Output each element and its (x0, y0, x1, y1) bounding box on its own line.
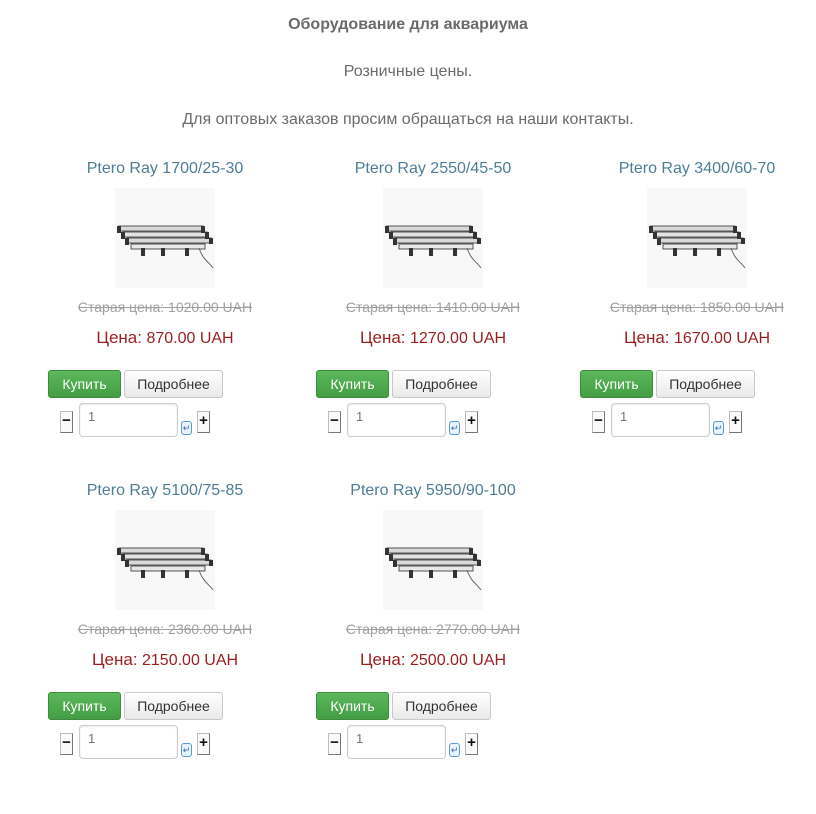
old-price-label: Старая цена: (77, 299, 165, 315)
retail-prices-note: Розничные цены. (343, 63, 473, 80)
product-image[interactable] (115, 510, 215, 610)
wholesale-contact-note: Для оптовых заказов просим обращаться на… (182, 111, 634, 128)
enter-icon[interactable]: ↵ (449, 421, 460, 435)
old-price: Старая цена: 1410.00 UAH (313, 299, 553, 315)
old-price-value: 2770.00 UAH (436, 621, 521, 637)
product-image[interactable] (383, 510, 483, 610)
enter-icon[interactable]: ↵ (713, 421, 724, 435)
details-button[interactable]: Подробнее (392, 692, 491, 720)
price-label: Цена: (359, 650, 406, 669)
quantity-input[interactable] (347, 725, 446, 759)
current-price: Цена: 1670.00 UAH (577, 328, 816, 348)
buy-button[interactable]: Купить (48, 692, 121, 720)
details-button[interactable]: Подробнее (656, 370, 755, 398)
price-label: Цена: (96, 328, 142, 347)
old-price-label: Старая цена: (77, 621, 165, 637)
current-price: Цена: 870.00 UAH (45, 328, 285, 348)
old-price: Старая цена: 1850.00 UAH (577, 299, 816, 315)
page-title: Оборудование для аквариума (288, 16, 528, 33)
price-value: 870.00 UAH (146, 330, 234, 347)
price-value: 1670.00 UAH (674, 330, 771, 347)
product-card: Ptero Ray 5100/75-85 Старая цена: 2360.0… (45, 480, 285, 780)
decrease-quantity-button[interactable]: − (60, 733, 73, 755)
increase-quantity-button[interactable]: + (197, 733, 210, 755)
decrease-quantity-button[interactable]: − (60, 411, 73, 433)
product-name-link[interactable]: Ptero Ray 1700/25-30 (45, 160, 285, 178)
increase-quantity-button[interactable]: + (465, 733, 478, 755)
buy-button[interactable]: Купить (316, 692, 389, 720)
old-price-label: Старая цена: (609, 299, 697, 315)
old-price: Старая цена: 2360.00 UAH (45, 621, 285, 637)
enter-icon[interactable]: ↵ (449, 743, 460, 757)
old-price-value: 2360.00 UAH (168, 621, 253, 637)
product-card: Ptero Ray 2550/45-50 Старая цена: 1410.0… (313, 158, 553, 458)
price-value: 2150.00 UAH (142, 652, 239, 669)
product-card: Ptero Ray 1700/25-30 Старая цена: 1020.0… (45, 158, 285, 458)
product-image[interactable] (647, 188, 747, 288)
current-price: Цена: 2500.00 UAH (313, 650, 553, 670)
enter-icon[interactable]: ↵ (181, 743, 192, 757)
quantity-input[interactable] (347, 403, 446, 437)
quantity-input[interactable] (611, 403, 710, 437)
current-price: Цена: 1270.00 UAH (313, 328, 553, 348)
decrease-quantity-button[interactable]: − (592, 411, 605, 433)
old-price-value: 1410.00 UAH (436, 299, 521, 315)
product-name-link[interactable]: Ptero Ray 2550/45-50 (313, 160, 553, 178)
increase-quantity-button[interactable]: + (465, 411, 478, 433)
product-card: Ptero Ray 3400/60-70 Старая цена: 1850.0… (577, 158, 816, 458)
quantity-input[interactable] (79, 725, 178, 759)
old-price-value: 1850.00 UAH (700, 299, 785, 315)
buy-button[interactable]: Купить (580, 370, 653, 398)
price-label: Цена: (91, 650, 138, 669)
price-label: Цена: (623, 328, 670, 347)
decrease-quantity-button[interactable]: − (328, 411, 341, 433)
product-name-link[interactable]: Ptero Ray 5100/75-85 (45, 482, 285, 500)
old-price: Старая цена: 1020.00 UAH (45, 299, 285, 315)
increase-quantity-button[interactable]: + (729, 411, 742, 433)
old-price: Старая цена: 2770.00 UAH (313, 621, 553, 637)
price-value: 2500.00 UAH (410, 652, 507, 669)
old-price-label: Старая цена: (345, 621, 433, 637)
details-button[interactable]: Подробнее (392, 370, 491, 398)
old-price-label: Старая цена: (345, 299, 433, 315)
old-price-value: 1020.00 UAH (168, 299, 253, 315)
details-button[interactable]: Подробнее (124, 370, 223, 398)
quantity-input[interactable] (79, 403, 178, 437)
details-button[interactable]: Подробнее (124, 692, 223, 720)
price-label: Цена: (359, 328, 406, 347)
current-price: Цена: 2150.00 UAH (45, 650, 285, 670)
increase-quantity-button[interactable]: + (197, 411, 210, 433)
product-card: Ptero Ray 5950/90-100 Старая цена: 2770.… (313, 480, 553, 780)
decrease-quantity-button[interactable]: − (328, 733, 341, 755)
enter-icon[interactable]: ↵ (181, 421, 192, 435)
buy-button[interactable]: Купить (316, 370, 389, 398)
price-value: 1270.00 UAH (410, 330, 507, 347)
product-name-link[interactable]: Ptero Ray 3400/60-70 (577, 160, 816, 178)
product-name-link[interactable]: Ptero Ray 5950/90-100 (313, 482, 553, 500)
buy-button[interactable]: Купить (48, 370, 121, 398)
product-image[interactable] (115, 188, 215, 288)
product-image[interactable] (383, 188, 483, 288)
